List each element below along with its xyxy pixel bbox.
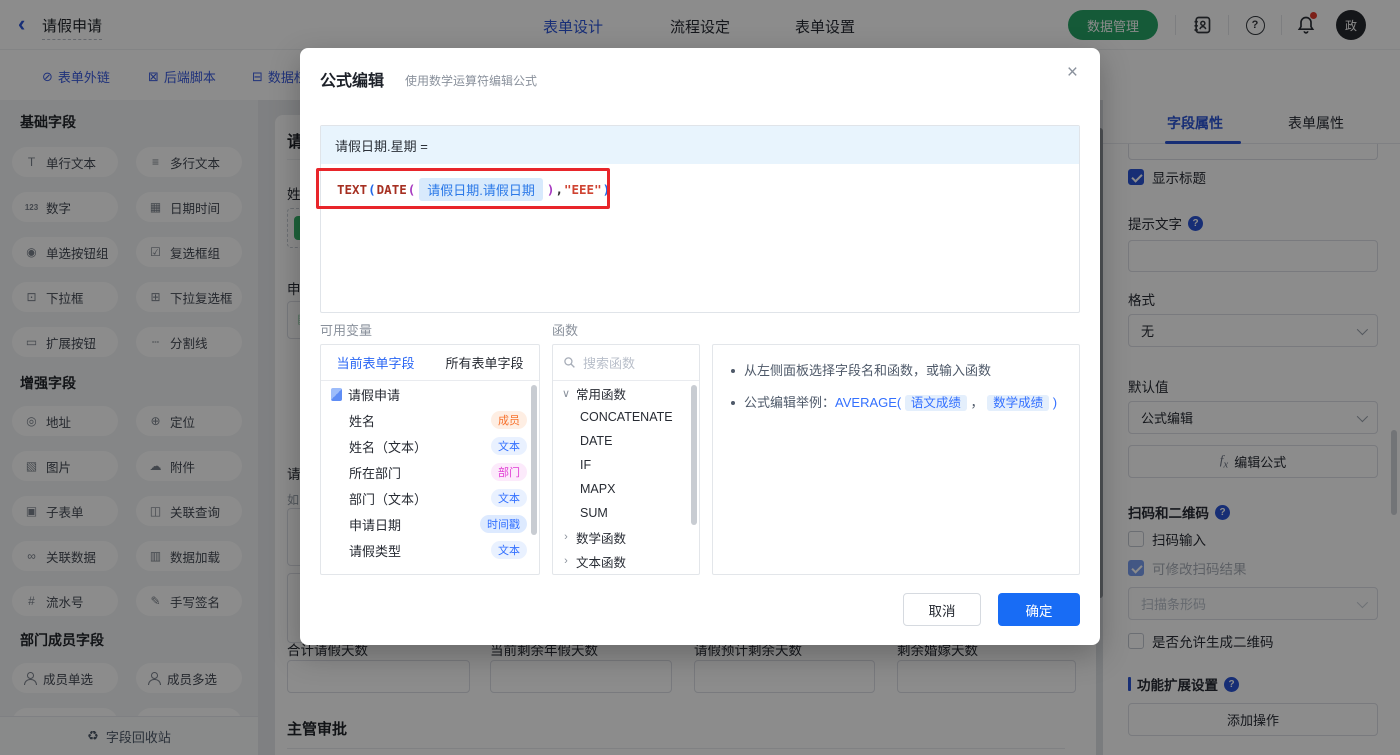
function-group-math[interactable]: › 数学函数 [553, 525, 699, 549]
type-badge: 文本 [491, 541, 527, 559]
variables-tabs: 当前表单字段 所有表单字段 [321, 345, 539, 381]
tip-line-1: 从左侧面板选择字段名和函数，或输入函数 [731, 360, 1061, 381]
function-item[interactable]: CONCATENATE [553, 405, 699, 429]
bullet-icon [731, 401, 735, 405]
function-group-text[interactable]: › 文本函数 [553, 549, 699, 573]
tip-line-2: 公式编辑举例：AVERAGE( 语文成绩 ， 数学成绩 ) [731, 392, 1061, 414]
type-badge: 文本 [491, 437, 527, 455]
search-icon [564, 357, 575, 368]
modal-subtitle: 使用数学运算符编辑公式 [405, 74, 538, 88]
function-item[interactable]: SUM [553, 501, 699, 525]
type-badge: 部门 [491, 463, 527, 481]
formula-target: 请假日期.星期 = [321, 126, 1079, 164]
close-icon[interactable]: × [1067, 62, 1078, 84]
functions-scrollbar-thumb[interactable] [691, 385, 697, 525]
function-item[interactable]: DATE [553, 429, 699, 453]
variable-row[interactable]: 申请日期 时间戳 [321, 511, 539, 537]
formula-expression[interactable]: TEXT(DATE(请假日期.请假日期), "EEE") [337, 178, 610, 201]
chevron-expanded-icon: ∨ [561, 387, 571, 400]
variable-row[interactable]: 所在部门 部门 [321, 459, 539, 485]
variables-label: 可用变量 [320, 323, 373, 338]
variable-row[interactable]: 姓名（文本） 文本 [321, 433, 539, 459]
variables-panel: 当前表单字段 所有表单字段 请假申请 姓名 成员 姓名（文本） 文本 所在部门 部门 … [320, 344, 540, 575]
function-item[interactable]: IF [553, 453, 699, 477]
variable-row[interactable]: 部门（文本） 文本 [321, 485, 539, 511]
tab-current-form-fields[interactable]: 当前表单字段 [321, 345, 430, 380]
formula-edit-modal: 公式编辑 使用数学运算符编辑公式 × 请假日期.星期 = TEXT(DATE(请… [300, 48, 1100, 645]
functions-label: 函数 [552, 323, 579, 338]
field-token[interactable]: 请假日期.请假日期 [419, 178, 543, 201]
chevron-collapsed-icon: › [564, 555, 568, 567]
formula-editor[interactable]: 请假日期.星期 = TEXT(DATE(请假日期.请假日期), "EEE") [320, 125, 1080, 313]
cancel-button[interactable]: 取消 [903, 593, 981, 626]
chevron-collapsed-icon: › [564, 531, 568, 543]
function-item[interactable]: MAPX [553, 477, 699, 501]
example-field-chip: 数学成绩 [987, 395, 1050, 411]
bullet-icon [731, 369, 735, 373]
function-group-common[interactable]: ∨ 常用函数 [553, 381, 699, 405]
modal-title: 公式编辑 [320, 73, 385, 90]
confirm-button[interactable]: 确定 [998, 593, 1080, 626]
type-badge: 时间戳 [480, 515, 527, 533]
tips-panel: 从左侧面板选择字段名和函数，或输入函数 公式编辑举例：AVERAGE( 语文成绩… [712, 344, 1080, 575]
variable-row[interactable]: 请假类型 文本 [321, 537, 539, 563]
tab-all-form-fields[interactable]: 所有表单字段 [430, 345, 539, 380]
functions-panel: 搜索函数 ∨ 常用函数 CONCATENATE DATE IF MAPX SUM … [552, 344, 700, 575]
variables-scrollbar-thumb[interactable] [531, 385, 537, 535]
function-search[interactable]: 搜索函数 [553, 345, 699, 381]
variable-tree-root[interactable]: 请假申请 [321, 381, 539, 407]
variable-row[interactable]: 姓名 成员 [321, 407, 539, 433]
type-badge: 成员 [491, 411, 527, 429]
type-badge: 文本 [491, 489, 527, 507]
example-field-chip: 语文成绩 [904, 395, 967, 411]
form-doc-icon [331, 387, 342, 401]
search-placeholder: 搜索函数 [583, 356, 636, 371]
